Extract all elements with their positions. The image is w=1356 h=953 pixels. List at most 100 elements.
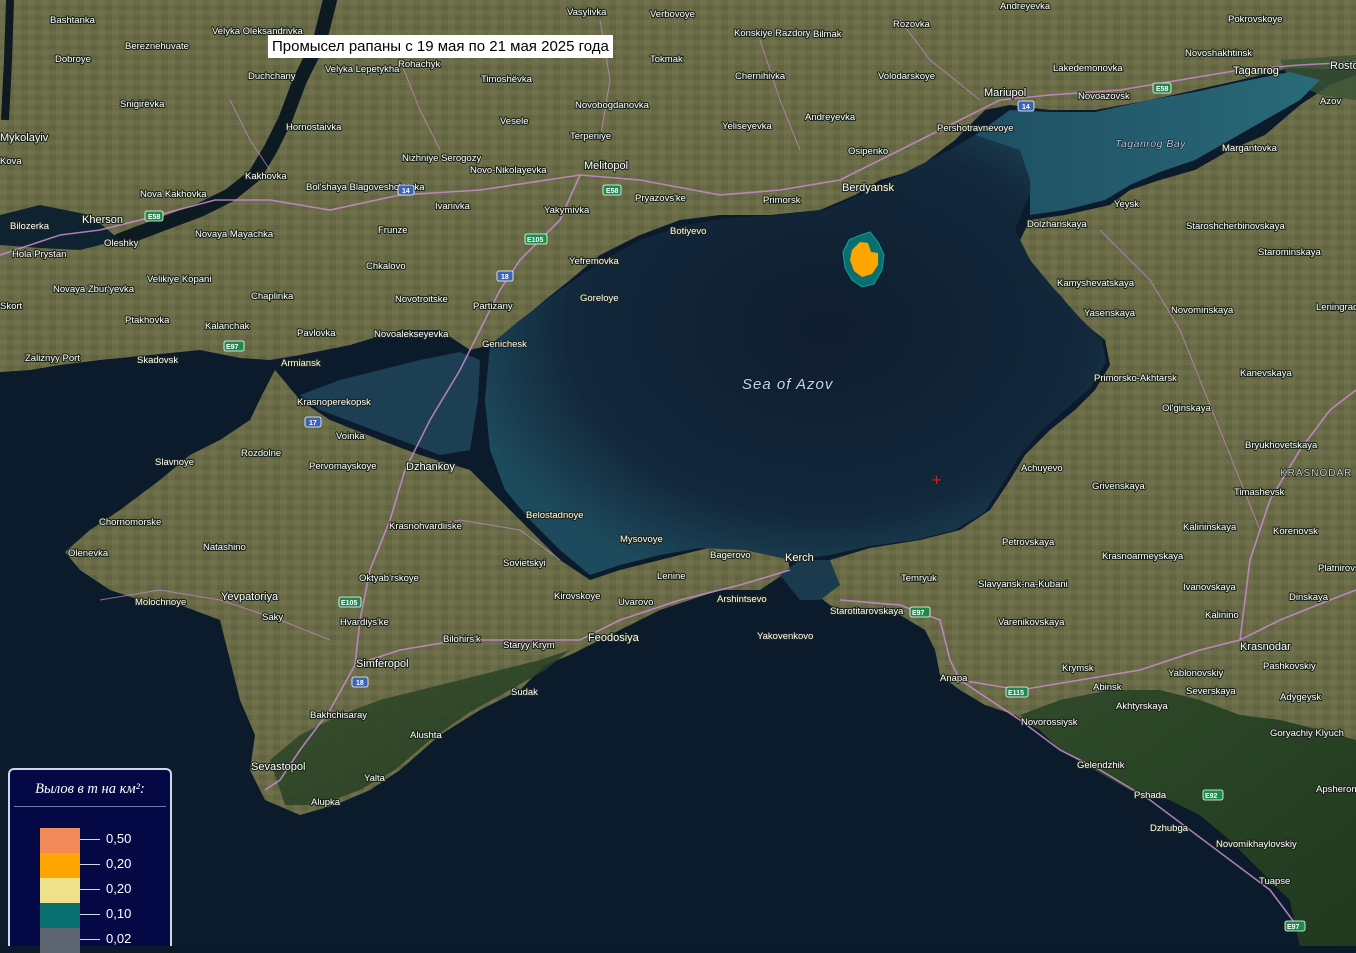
- label-duchchany: Duchchany: [248, 71, 296, 82]
- legend-tick: [80, 839, 100, 840]
- svg-text:18: 18: [356, 680, 364, 687]
- label-adygeysk: Adygeysk: [1280, 692, 1321, 703]
- label-bilohirsk: Bilohirs'k: [443, 634, 481, 645]
- label-pershotravnevoye: Pershotravnevoye: [937, 123, 1014, 134]
- label-velyka-lepetykha: Velyka Lepetykha: [325, 64, 400, 75]
- label-dzhubga: Dzhubga: [1150, 823, 1189, 834]
- svg-text:E58: E58: [148, 214, 161, 221]
- label-yeysk: Yeysk: [1114, 199, 1139, 210]
- label-staroshcherbinovskaya: Staroshcherbinovskaya: [1186, 221, 1285, 232]
- legend-swatch: [40, 928, 80, 953]
- label-natashino: Natashino: [203, 542, 246, 553]
- label-novosho: Novoshakhtinsk: [1185, 48, 1252, 59]
- label-anapa: Anapa: [940, 673, 968, 684]
- label-primorsk: Primorsk: [763, 195, 801, 206]
- label-skadovsk: Skadovsk: [137, 355, 178, 366]
- label-chkalovo: Chkalovo: [366, 261, 406, 272]
- label-andreyevka-top: Andreyevka: [1000, 1, 1051, 12]
- svg-text:E105: E105: [527, 237, 543, 244]
- label-feodosiya: Feodosiya: [588, 632, 640, 644]
- label-nova-kakhovka: Nova Kakhovka: [140, 189, 207, 200]
- svg-text:14: 14: [402, 188, 410, 195]
- label-primorsko-akhtarsk: Primorsko-Akhtarsk: [1094, 373, 1177, 384]
- label-krasnoperekopsk: Krasnoperekopsk: [297, 397, 371, 408]
- label-kalanchak: Kalanchak: [205, 321, 250, 332]
- legend-item: 0,20: [40, 878, 160, 903]
- label-andreyevka: Andreyevka: [805, 112, 856, 123]
- legend-value: 0,10: [106, 906, 132, 921]
- label-starotitarovskaya: Starotitarovskaya: [830, 606, 904, 617]
- label-novotroitske: Novotroitske: [395, 294, 448, 305]
- shield-e105-2: E105: [338, 596, 362, 608]
- label-sudak: Sudak: [511, 687, 538, 698]
- shield-17: 17: [304, 416, 322, 428]
- label-apsheronsk: Apsheronsk: [1316, 784, 1356, 795]
- label-alushta: Alushta: [410, 730, 442, 741]
- label-kerch: Kerch: [785, 552, 814, 564]
- label-konskiye: Konskiye Razdory: [734, 28, 811, 39]
- svg-text:E92: E92: [1205, 793, 1218, 800]
- label-belostadnoye: Belostadnoye: [526, 510, 584, 521]
- label-novaya-zburyevka: Novaya Zbur'yevka: [53, 284, 135, 295]
- label-dolzhanskaya: Dolzhanskaya: [1027, 219, 1087, 230]
- label-lenine: Lenine: [657, 571, 686, 582]
- label-gelendzhik: Gelendzhik: [1077, 760, 1125, 771]
- label-oleshky: Oleshky: [104, 238, 139, 249]
- shield-e105-1: E105: [524, 233, 548, 245]
- label-temryuk: Temryuk: [901, 573, 937, 584]
- label-pokrovskoye: Pokrovskoye: [1228, 14, 1282, 25]
- label-bagerovo: Bagerovo: [710, 550, 751, 561]
- label-verbovoye: Verbovoye: [650, 9, 695, 20]
- legend-tick: [80, 914, 100, 915]
- label-chernihivka: Chernihivka: [735, 71, 786, 82]
- satellite-map[interactable]: Bashtanka Velyka Oleksandrivka Bereznehu…: [0, 0, 1356, 946]
- label-frunze: Frunze: [378, 225, 408, 236]
- label-kamyshevatskaya: Kamyshevatskaya: [1057, 278, 1135, 289]
- label-ivanivka: Ivanivka: [435, 201, 471, 212]
- label-kirovskoye: Kirovskoye: [554, 591, 600, 602]
- label-krasnodar: Krasnodar: [1240, 641, 1291, 653]
- label-chornomorske: Chornomorske: [99, 517, 161, 528]
- label-terpeniye: Terpeniye: [570, 131, 611, 142]
- label-yakymivka: Yakymivka: [544, 205, 590, 216]
- label-pavlovka: Pavlovka: [297, 328, 336, 339]
- label-yakovenkovo: Yakovenkovo: [757, 631, 813, 642]
- shield-e92: E92: [1202, 789, 1224, 801]
- label-timashevsk: Timashevsk: [1234, 487, 1285, 498]
- label-novomikhaylovskiy: Novomikhaylovskiy: [1216, 839, 1297, 850]
- label-yasenskaya: Yasenskaya: [1084, 308, 1136, 319]
- label-volodarskoye: Volodarskoye: [878, 71, 935, 82]
- label-yablonovskiy: Yablonovskiy: [1168, 668, 1224, 679]
- label-sevastopol: Sevastopol: [251, 761, 305, 773]
- label-yalta: Yalta: [364, 773, 386, 784]
- label-slavyansk: Slavyansk-na-Kubani: [978, 579, 1068, 590]
- shield-14-2: 14: [1017, 100, 1035, 112]
- label-krymsk: Krymsk: [1062, 663, 1094, 674]
- label-rostov: Rostov: [1330, 60, 1356, 72]
- legend-tick: [80, 889, 100, 890]
- label-sea-of-azov: Sea of Azov: [742, 376, 834, 393]
- label-armiansk: Armiansk: [281, 358, 321, 369]
- label-varenikovskaya: Varenikovskaya: [998, 617, 1065, 628]
- label-genichesk: Genichesk: [482, 339, 527, 350]
- label-simferopol: Simferopol: [356, 658, 409, 670]
- label-oktyabrskoye: Oktyab'rskoye: [359, 573, 419, 584]
- svg-text:14: 14: [1022, 104, 1030, 111]
- label-dobroye: Dobroye: [55, 54, 91, 65]
- svg-text:E97: E97: [226, 344, 239, 351]
- label-molochnoye: Molochnoye: [135, 597, 186, 608]
- map-title: Промысел рапаны с 19 мая по 21 мая 2025 …: [268, 35, 613, 58]
- catch-legend: Вылов в т на км²: 0,50 0,20 0,20 0,10 0,…: [8, 768, 172, 953]
- legend-item: 0,02: [40, 928, 160, 953]
- label-kherson: Kherson: [82, 214, 123, 226]
- label-berdyansk: Berdyansk: [842, 182, 894, 194]
- label-zaliznyy-port: Zaliznyy Port: [25, 353, 80, 364]
- legend-tick: [80, 864, 100, 865]
- label-novo-nikolayevka: Novo-Nikolayevka: [470, 165, 547, 176]
- label-bashtanka: Bashtanka: [50, 15, 96, 26]
- svg-text:E58: E58: [606, 188, 619, 195]
- label-novoazovsk: Novoazovsk: [1078, 91, 1130, 102]
- label-goryachiy-klyuch: Goryachiy Klyuch: [1270, 728, 1344, 739]
- label-hola-prystan: Hola Prystan: [12, 249, 66, 260]
- label-severskaya: Severskaya: [1186, 686, 1236, 697]
